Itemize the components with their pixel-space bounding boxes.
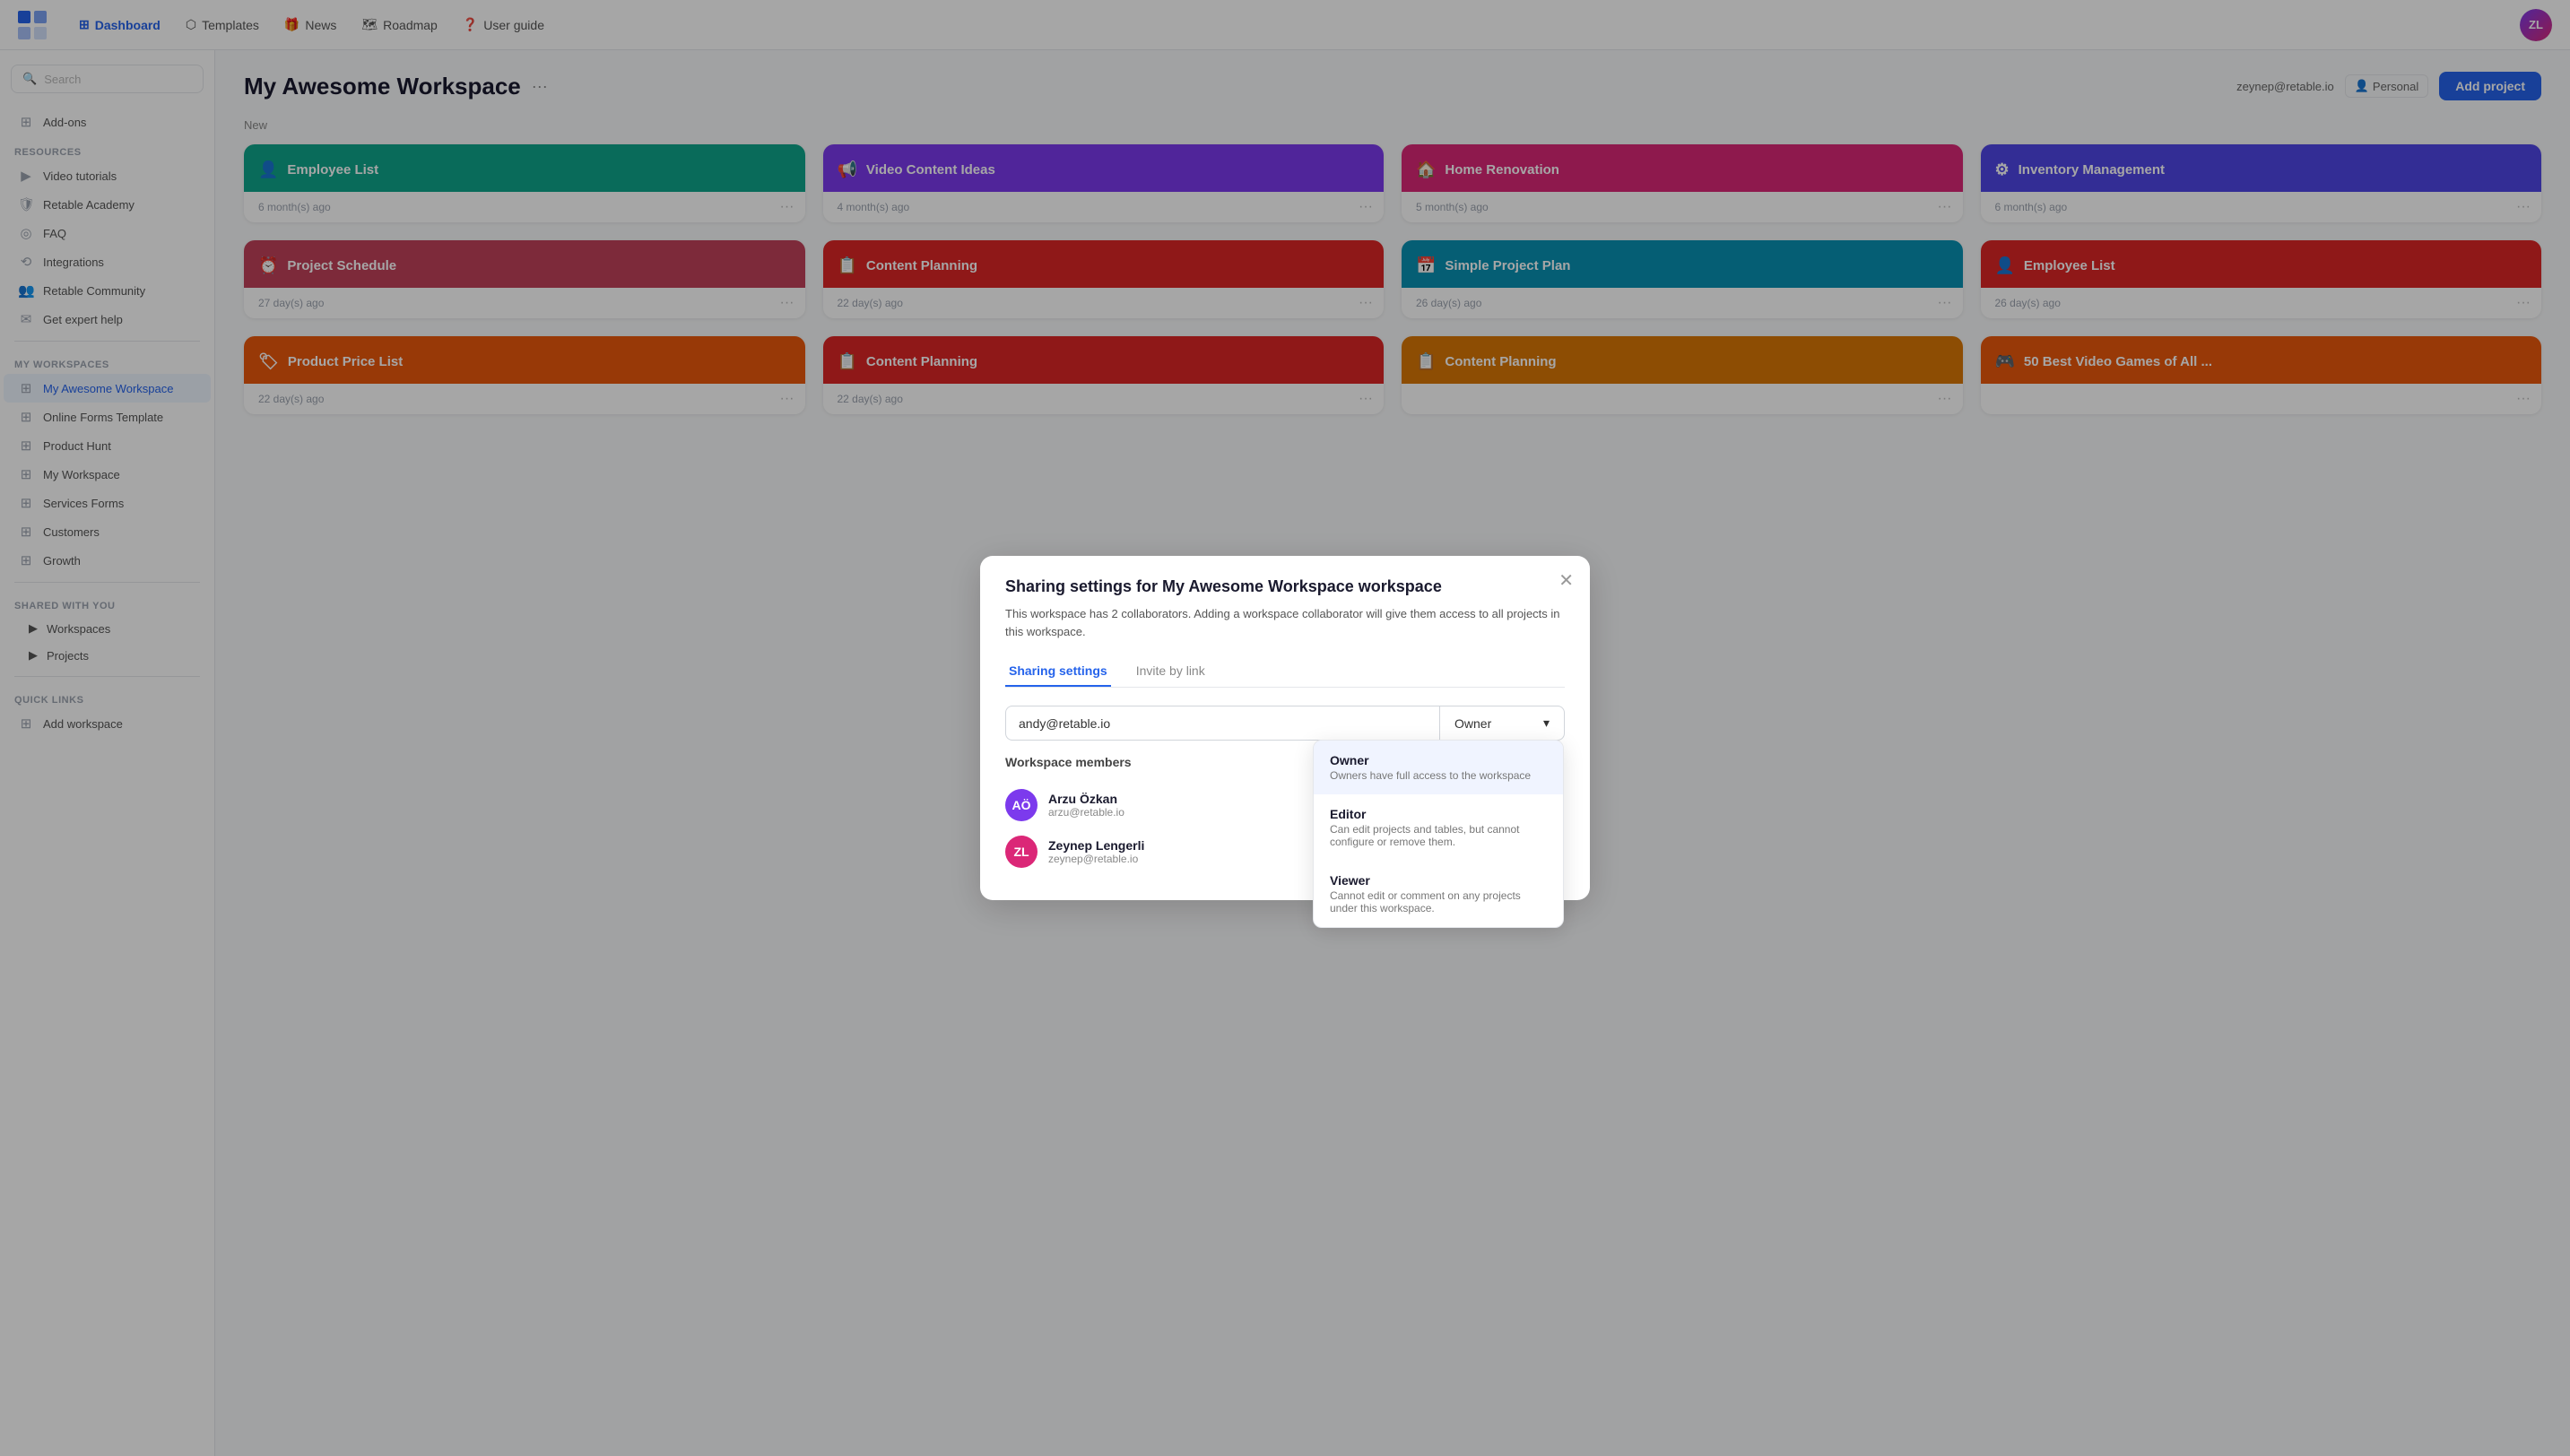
role-option-editor[interactable]: Editor Can edit projects and tables, but… [1314, 794, 1563, 861]
role-select-dropdown[interactable]: Owner ▾ Owner Owners have full access to… [1439, 706, 1565, 741]
modal-subtitle: This workspace has 2 collaborators. Addi… [1005, 605, 1565, 640]
role-dropdown: Owner Owners have full access to the wor… [1313, 740, 1564, 928]
modal-overlay[interactable]: Sharing settings for My Awesome Workspac… [0, 0, 2570, 1456]
role-option-owner[interactable]: Owner Owners have full access to the wor… [1314, 741, 1563, 794]
modal-close-button[interactable]: ✕ [1558, 572, 1574, 590]
tab-sharing-settings[interactable]: Sharing settings [1005, 656, 1111, 687]
role-option-viewer[interactable]: Viewer Cannot edit or comment on any pro… [1314, 861, 1563, 927]
modal-title: Sharing settings for My Awesome Workspac… [1005, 577, 1565, 596]
member-avatar-arzu: AÖ [1005, 789, 1038, 821]
modal-header: Sharing settings for My Awesome Workspac… [980, 556, 1590, 640]
modal-tabs: Sharing settings Invite by link [1005, 656, 1565, 688]
role-select-label: Owner [1454, 716, 1491, 731]
invite-email-input[interactable] [1005, 706, 1439, 741]
member-avatar-zeynep: ZL [1005, 836, 1038, 868]
modal-body: Owner ▾ Owner Owners have full access to… [980, 688, 1590, 900]
invite-row: Owner ▾ Owner Owners have full access to… [1005, 706, 1565, 741]
sharing-modal: Sharing settings for My Awesome Workspac… [980, 556, 1590, 900]
chevron-down-icon: ▾ [1543, 715, 1550, 731]
tab-invite-by-link[interactable]: Invite by link [1133, 656, 1209, 687]
